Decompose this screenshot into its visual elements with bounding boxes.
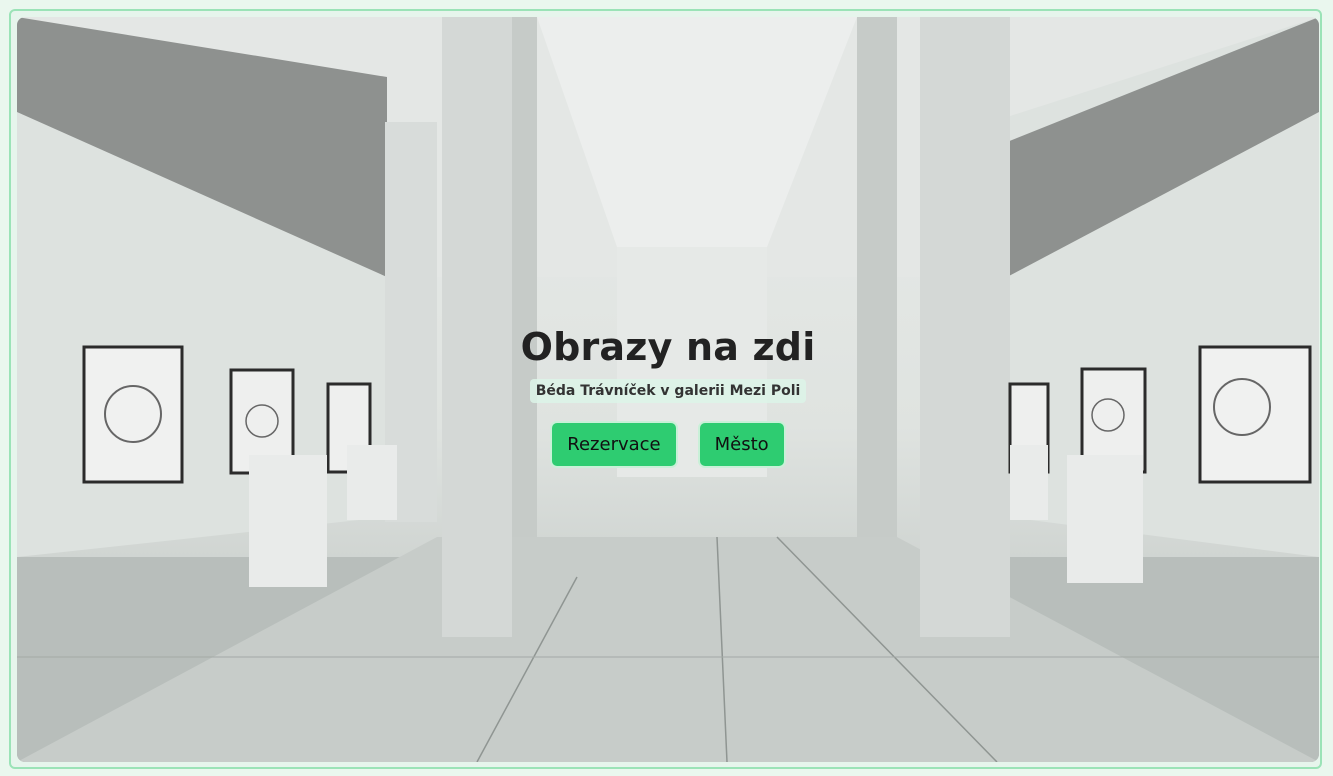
hero-subtitle: Béda Trávníček v galerii Mezi Poli: [529, 379, 807, 403]
hero-content: Obrazy na zdi Béda Trávníček v galerii M…: [17, 325, 1319, 468]
reservation-button[interactable]: Rezervace: [550, 421, 678, 468]
city-button[interactable]: Město: [697, 421, 786, 468]
hero-section: Obrazy na zdi Béda Trávníček v galerii M…: [17, 17, 1319, 762]
page-title: Obrazy na zdi: [520, 325, 816, 369]
hero-buttons: Rezervace Město: [17, 421, 1319, 468]
